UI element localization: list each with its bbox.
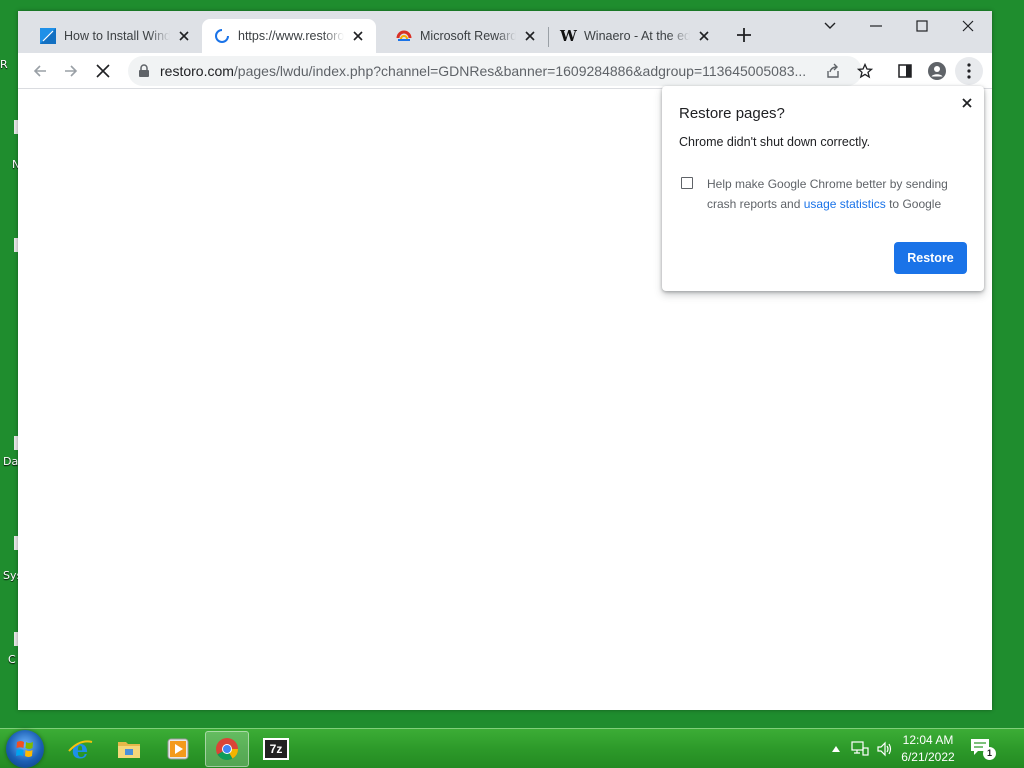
close-window-button[interactable] [945, 11, 991, 41]
show-hidden-icons-button[interactable] [828, 729, 844, 768]
menu-button[interactable] [955, 57, 983, 85]
close-icon[interactable] [176, 28, 192, 44]
help-text-suffix: to Google [885, 197, 942, 211]
url-path: /pages/lwdu/index.php?channel=GDNRes&ban… [233, 63, 807, 79]
network-icon [851, 741, 869, 756]
url-text[interactable]: restoro.com/pages/lwdu/index.php?channel… [160, 63, 820, 79]
svg-text:e: e [72, 735, 89, 763]
close-icon [96, 64, 110, 78]
tab-how-to-install[interactable]: How to Install Windows [20, 19, 202, 53]
toolbar: restoro.com/pages/lwdu/index.php?channel… [18, 53, 992, 89]
usage-statistics-link[interactable]: usage statistics [804, 197, 886, 211]
back-button[interactable] [26, 57, 54, 85]
tab-title: Microsoft Rewards - [420, 29, 516, 43]
start-button[interactable] [6, 730, 44, 768]
profile-icon [928, 62, 946, 80]
action-center-button[interactable]: 1 [970, 738, 996, 760]
close-icon[interactable] [696, 28, 712, 44]
chrome-icon [216, 738, 238, 760]
crash-report-checkbox[interactable] [681, 177, 693, 189]
address-bar[interactable]: restoro.com/pages/lwdu/index.php?channel… [128, 56, 873, 86]
lock-icon[interactable] [138, 64, 150, 78]
kebab-menu-icon [967, 63, 971, 79]
close-icon[interactable] [350, 28, 366, 44]
close-icon[interactable] [522, 28, 538, 44]
taskbar: e 7z 12:04 AM 6/21/2022 1 [0, 728, 1024, 768]
clock[interactable]: 12:04 AM 6/21/2022 [892, 732, 964, 766]
winaero-blue-icon [40, 28, 56, 44]
side-panel-icon [898, 64, 912, 78]
url-host: restoro.com [160, 63, 234, 79]
chevron-up-icon [832, 746, 840, 752]
taskbar-media-player[interactable] [156, 731, 200, 767]
tab-title: Winaero - At the edge [584, 29, 690, 43]
network-tray-button[interactable] [848, 729, 872, 768]
star-icon [857, 63, 873, 79]
taskbar-7zip[interactable]: 7z [254, 731, 298, 767]
restore-pages-dialog: Restore pages? Chrome didn't shut down c… [662, 86, 984, 291]
arrow-left-icon [33, 65, 46, 77]
notification-count-badge: 1 [983, 747, 996, 760]
tab-search-button[interactable] [807, 11, 853, 41]
restore-button[interactable]: Restore [894, 242, 967, 274]
plus-icon [737, 28, 751, 42]
clock-date: 6/21/2022 [901, 750, 955, 764]
tab-restoro[interactable]: https://www.restoro.com [202, 19, 376, 53]
media-player-icon [167, 738, 189, 760]
tab-microsoft-rewards[interactable]: Microsoft Rewards - [376, 19, 548, 53]
close-icon [962, 20, 974, 32]
maximize-button[interactable] [899, 11, 945, 41]
windows-logo-icon [16, 741, 33, 757]
stop-loading-button[interactable] [89, 57, 117, 85]
crash-report-label: Help make Google Chrome better by sendin… [707, 174, 967, 214]
winaero-w-icon: W [560, 27, 577, 45]
tab-title: How to Install Windows [64, 29, 170, 43]
side-panel-button[interactable] [891, 57, 919, 85]
forward-button[interactable] [57, 57, 85, 85]
minimize-icon [870, 25, 882, 27]
internet-explorer-icon: e [68, 735, 93, 763]
new-tab-button[interactable] [734, 25, 754, 45]
loading-spinner-icon [215, 29, 229, 43]
rewards-icon [396, 30, 412, 41]
tab-winaero[interactable]: W Winaero - At the edge [550, 19, 722, 53]
dialog-close-button[interactable] [958, 94, 976, 112]
clock-time: 12:04 AM [902, 733, 954, 747]
dialog-message: Chrome didn't shut down correctly. [679, 135, 871, 149]
share-button[interactable] [820, 58, 846, 84]
minimize-button[interactable] [853, 11, 899, 41]
bookmark-button[interactable] [852, 58, 878, 84]
close-icon [962, 98, 972, 108]
file-explorer-icon [118, 742, 140, 758]
arrow-right-icon [65, 65, 78, 77]
tab-title: https://www.restoro.com [238, 29, 344, 43]
chevron-down-icon [824, 22, 836, 29]
taskbar-file-explorer[interactable] [107, 731, 151, 767]
maximize-icon [916, 20, 928, 32]
share-icon [827, 63, 839, 78]
tab-strip: How to Install Windows https://www.resto… [18, 11, 992, 53]
dialog-title: Restore pages? [679, 105, 785, 122]
profile-button[interactable] [923, 57, 951, 85]
taskbar-internet-explorer[interactable]: e [58, 731, 102, 767]
taskbar-chrome[interactable] [205, 731, 249, 767]
7zip-icon: 7z [263, 738, 289, 760]
tab-separator [548, 27, 549, 47]
